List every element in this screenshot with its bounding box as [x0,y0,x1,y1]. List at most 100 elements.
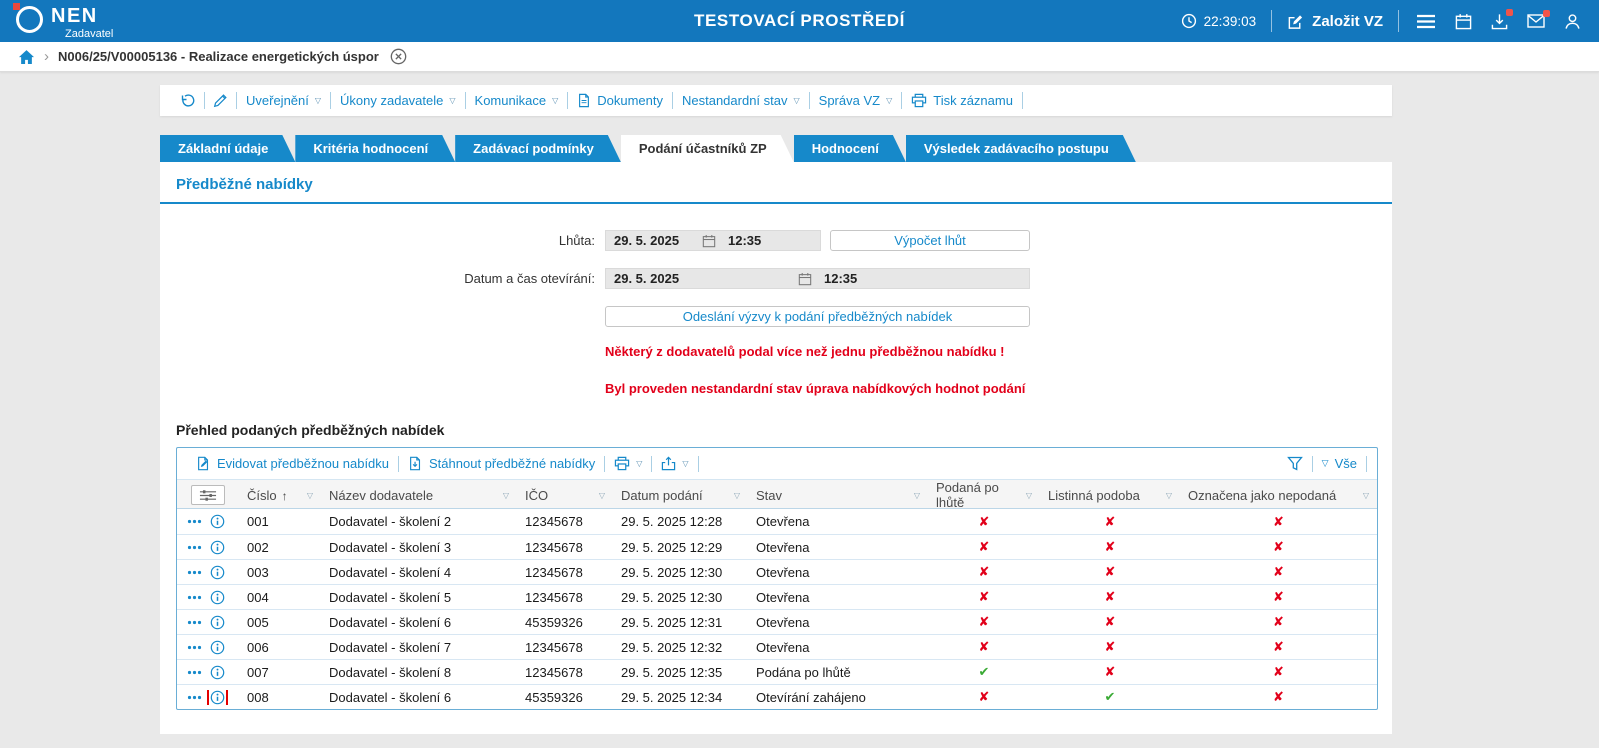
column-label: IČO [525,487,549,503]
deadline-field[interactable]: 29. 5. 2025 12:35 [605,230,821,251]
row-menu-icon[interactable] [187,595,202,600]
row-info-icon[interactable] [210,514,225,529]
row-ico: 12345678 [525,514,583,529]
row-info-icon[interactable] [210,565,225,580]
column-filter-icon[interactable] [503,491,509,500]
mail-icon[interactable] [1525,10,1550,30]
table-row[interactable]: 002 Dodavatel - školení 3 12345678 29. 5. 2… [177,534,1377,559]
tab-kriteria-hodnoceni[interactable]: Kritéria hodnocení [295,135,455,162]
row-paper-flag: ✘ [1104,564,1116,579]
toolbar-item-tisk-zaznamu[interactable]: Tisk záznamu [902,93,1022,108]
row-info-icon[interactable] [210,540,225,555]
tab-zakladni-udaje[interactable]: Základní údaje [160,135,295,162]
column-header-ico[interactable]: IČO [517,480,613,510]
row-paper-flag: ✘ [1104,513,1116,529]
filter-button[interactable] [1278,456,1312,471]
header-actions: 22:39:03 Založit VZ [1181,8,1583,32]
column-filter-icon[interactable] [1363,491,1369,500]
deadline-time-value[interactable]: 12:35 [716,233,761,248]
row-supplier: Dodavatel - školení 6 [329,689,452,705]
toolbar-item-komunikace[interactable]: Komunikace [466,93,568,108]
history-button[interactable] [172,93,204,109]
export-table-button[interactable] [652,456,697,471]
row-ico: 12345678 [525,639,583,655]
nen-logo[interactable]: NEN Zadavatel [13,2,114,40]
table-row[interactable]: 006 Dodavatel - školení 7 12345678 29. 5. 2… [177,634,1377,659]
column-header-oznacena-jako-nepodana[interactable]: Označena jako nepodaná [1180,480,1377,510]
opening-date-value[interactable]: 29. 5. 2025 [606,271,798,286]
column-header-podana-po-lhute[interactable]: Podaná po lhůtě [928,480,1040,510]
menu-icon[interactable] [1414,12,1438,31]
tab-vysledek-zadavaciho-postupu[interactable]: Výsledek zadávacího postupu [906,135,1136,162]
table-row[interactable]: 004 Dodavatel - školení 5 12345678 29. 5. 2… [177,584,1377,609]
tab-podani-ucastniku-zp[interactable]: Podání účastníků ZP [621,135,794,162]
column-filter-icon[interactable] [914,491,920,500]
row-actions [177,665,239,680]
opening-field[interactable]: 29. 5. 2025 12:35 [605,268,1030,289]
column-header-datum-podani[interactable]: Datum podání [613,480,748,510]
row-menu-icon[interactable] [187,695,202,700]
row-info-icon[interactable] [210,615,225,630]
toolbar-item-ukony-zadavatele[interactable]: Úkony zadavatele [331,93,465,108]
toolbar-item-dokumenty[interactable]: Dokumenty [568,93,672,108]
row-ico: 45359326 [525,689,583,705]
row-actions [177,540,239,555]
user-icon[interactable] [1562,11,1583,32]
column-settings-button[interactable] [191,485,225,505]
content-card: Předběžné nabídky Lhůta: 29. 5. 2025 12:… [160,162,1392,734]
row-menu-icon[interactable] [187,570,202,575]
tab-hodnoceni[interactable]: Hodnocení [794,135,906,162]
column-header-nazev-dodavatele[interactable]: Název dodavatele [321,480,517,510]
toolbar-item-sprava-vz[interactable]: Správa VZ [810,93,902,108]
print-table-button[interactable] [605,456,651,471]
calc-deadlines-button[interactable]: Výpočet lhůt [830,230,1030,251]
column-filter-icon[interactable] [734,491,740,500]
row-menu-icon[interactable] [187,545,202,550]
table-row[interactable]: 001 Dodavatel - školení 2 12345678 29. 5. 2… [177,509,1377,534]
home-icon[interactable] [18,49,35,65]
create-vz-button[interactable]: Založit VZ [1287,13,1383,30]
table-row[interactable]: 005 Dodavatel - školení 6 45359326 29. 5. 2… [177,609,1377,634]
row-menu-icon[interactable] [187,670,202,675]
close-record-icon[interactable] [390,48,407,65]
row-number: 008 [247,689,269,705]
column-label: Název dodavatele [329,487,434,503]
opening-time-value[interactable]: 12:35 [812,271,857,286]
row-info-icon[interactable] [210,640,225,655]
table-row[interactable]: 003 Dodavatel - školení 4 12345678 29. 5. 2… [177,559,1377,584]
download-icon[interactable] [1489,8,1513,32]
tab-zadavaci-podminky[interactable]: Zadávací podmínky [455,135,621,162]
history-icon [180,93,196,109]
register-offer-button[interactable]: Evidovat předběžnou nabídku [187,456,398,471]
column-filter-icon[interactable] [307,491,313,500]
table-row[interactable]: 007 Dodavatel - školení 8 12345678 29. 5. 2… [177,659,1377,684]
row-menu-icon[interactable] [187,620,202,625]
row-info-icon[interactable] [210,665,225,680]
toolbar-item-uverejneni[interactable]: Uveřejnění [237,93,330,108]
column-filter-icon[interactable] [1026,491,1032,500]
row-info-icon[interactable] [207,689,228,705]
row-paper-flag: ✘ [1104,589,1116,604]
calendar-icon[interactable] [798,272,812,286]
deadline-date-value[interactable]: 29. 5. 2025 [606,233,702,248]
column-filter-icon[interactable] [1166,491,1172,500]
download-offers-button[interactable]: Stáhnout předběžné nabídky [399,456,604,471]
column-filter-icon[interactable] [599,491,605,500]
row-menu-icon[interactable] [187,645,202,650]
column-header-cislo[interactable]: Číslo [239,480,321,510]
row-info-icon[interactable] [210,590,225,605]
header-separator [1398,10,1399,32]
calendar-icon[interactable] [702,234,716,248]
brand-role: Zadavatel [65,28,114,40]
row-status: Otevřena [756,639,810,655]
row-not-submitted-flag: ✘ [1273,664,1284,679]
column-header-listinna-podoba[interactable]: Listinná podoba [1040,480,1180,510]
table-row[interactable]: 008 Dodavatel - školení 6 45359326 29. 5. 2… [177,684,1377,709]
edit-button[interactable] [205,93,236,108]
toolbar-item-nestandardni-stav[interactable]: Nestandardní stav [673,93,809,108]
row-menu-icon[interactable] [187,519,202,524]
column-header-stav[interactable]: Stav [748,480,928,510]
send-call-button[interactable]: Odeslání výzvy k podání předběžných nabí… [605,306,1030,327]
calendar-icon[interactable] [1453,11,1474,32]
view-all-dropdown[interactable]: Vše [1313,456,1366,471]
